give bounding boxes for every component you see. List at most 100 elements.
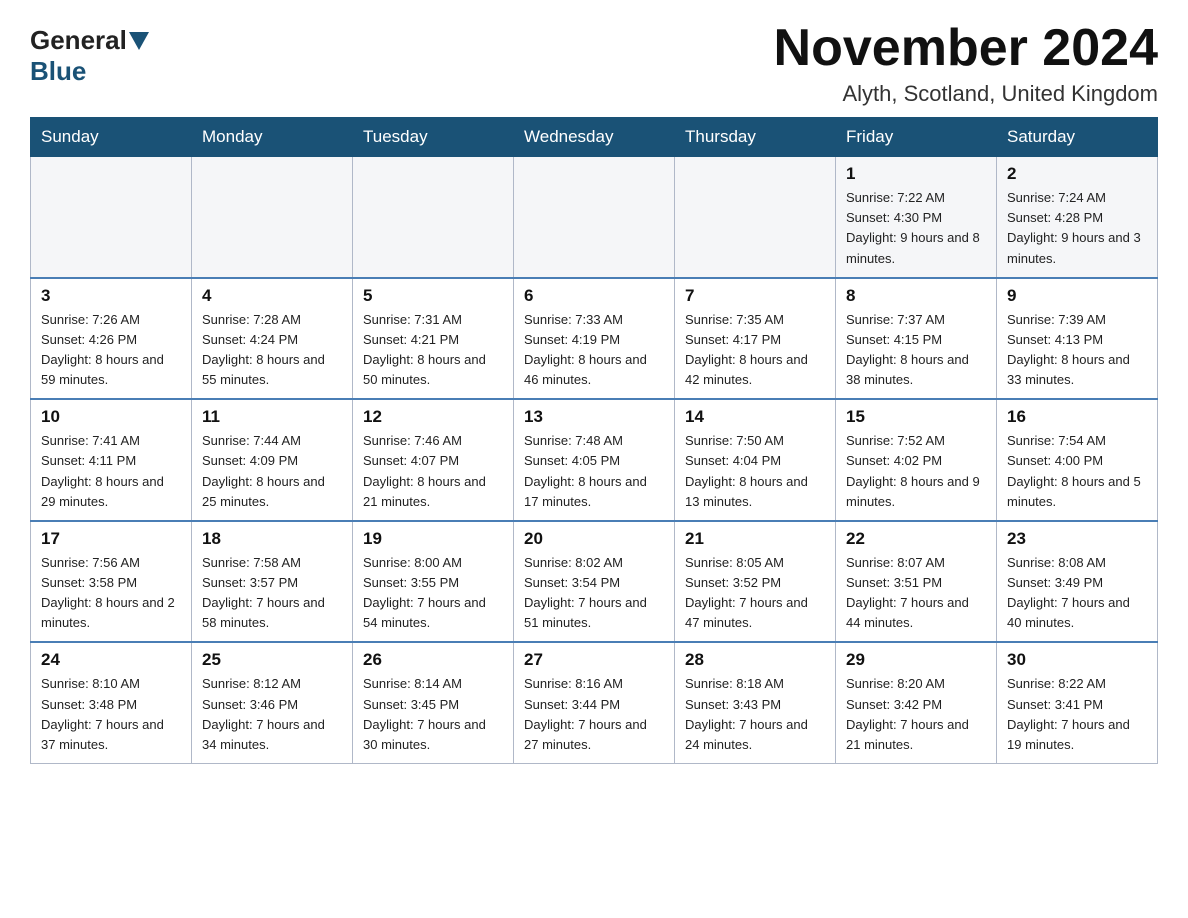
day-number: 24 bbox=[41, 650, 181, 670]
calendar-table: Sunday Monday Tuesday Wednesday Thursday… bbox=[30, 117, 1158, 764]
day-info: Sunrise: 8:08 AMSunset: 3:49 PMDaylight:… bbox=[1007, 553, 1147, 634]
day-info: Sunrise: 7:26 AMSunset: 4:26 PMDaylight:… bbox=[41, 310, 181, 391]
calendar-cell bbox=[353, 157, 514, 278]
day-info: Sunrise: 7:41 AMSunset: 4:11 PMDaylight:… bbox=[41, 431, 181, 512]
day-info: Sunrise: 7:44 AMSunset: 4:09 PMDaylight:… bbox=[202, 431, 342, 512]
page-header: General Blue November 2024 Alyth, Scotla… bbox=[30, 20, 1158, 107]
page-title: November 2024 bbox=[774, 20, 1158, 77]
day-info: Sunrise: 8:00 AMSunset: 3:55 PMDaylight:… bbox=[363, 553, 503, 634]
day-number: 7 bbox=[685, 286, 825, 306]
day-number: 5 bbox=[363, 286, 503, 306]
day-number: 13 bbox=[524, 407, 664, 427]
day-info: Sunrise: 7:48 AMSunset: 4:05 PMDaylight:… bbox=[524, 431, 664, 512]
day-number: 4 bbox=[202, 286, 342, 306]
day-info: Sunrise: 8:14 AMSunset: 3:45 PMDaylight:… bbox=[363, 674, 503, 755]
day-number: 22 bbox=[846, 529, 986, 549]
calendar-cell: 27 Sunrise: 8:16 AMSunset: 3:44 PMDayligh… bbox=[514, 642, 675, 763]
calendar-cell: 26 Sunrise: 8:14 AMSunset: 3:45 PMDayligh… bbox=[353, 642, 514, 763]
day-number: 23 bbox=[1007, 529, 1147, 549]
calendar-cell: 11 Sunrise: 7:44 AMSunset: 4:09 PMDayligh… bbox=[192, 399, 353, 521]
day-number: 30 bbox=[1007, 650, 1147, 670]
day-number: 18 bbox=[202, 529, 342, 549]
calendar-cell: 14 Sunrise: 7:50 AMSunset: 4:04 PMDayligh… bbox=[675, 399, 836, 521]
day-number: 25 bbox=[202, 650, 342, 670]
day-info: Sunrise: 7:31 AMSunset: 4:21 PMDaylight:… bbox=[363, 310, 503, 391]
calendar-cell: 16 Sunrise: 7:54 AMSunset: 4:00 PMDayligh… bbox=[997, 399, 1158, 521]
col-friday: Friday bbox=[836, 118, 997, 157]
calendar-cell: 30 Sunrise: 8:22 AMSunset: 3:41 PMDayligh… bbox=[997, 642, 1158, 763]
day-number: 21 bbox=[685, 529, 825, 549]
calendar-cell: 12 Sunrise: 7:46 AMSunset: 4:07 PMDayligh… bbox=[353, 399, 514, 521]
day-info: Sunrise: 8:22 AMSunset: 3:41 PMDaylight:… bbox=[1007, 674, 1147, 755]
col-saturday: Saturday bbox=[997, 118, 1158, 157]
calendar-cell: 19 Sunrise: 8:00 AMSunset: 3:55 PMDayligh… bbox=[353, 521, 514, 643]
day-info: Sunrise: 7:52 AMSunset: 4:02 PMDaylight:… bbox=[846, 431, 986, 512]
calendar-cell: 23 Sunrise: 8:08 AMSunset: 3:49 PMDayligh… bbox=[997, 521, 1158, 643]
day-number: 1 bbox=[846, 164, 986, 184]
calendar-cell: 17Sunrise: 7:56 AMSunset: 3:58 PMDayligh… bbox=[31, 521, 192, 643]
day-info: Sunrise: 8:07 AMSunset: 3:51 PMDaylight:… bbox=[846, 553, 986, 634]
calendar-cell bbox=[675, 157, 836, 278]
week-row-5: 24 Sunrise: 8:10 AMSunset: 3:48 PMDayligh… bbox=[31, 642, 1158, 763]
calendar-cell: 13 Sunrise: 7:48 AMSunset: 4:05 PMDayligh… bbox=[514, 399, 675, 521]
day-number: 10 bbox=[41, 407, 181, 427]
calendar-cell: 8 Sunrise: 7:37 AMSunset: 4:15 PMDaylight… bbox=[836, 278, 997, 400]
page-subtitle: Alyth, Scotland, United Kingdom bbox=[774, 81, 1158, 107]
day-info: Sunrise: 8:18 AMSunset: 3:43 PMDaylight:… bbox=[685, 674, 825, 755]
col-thursday: Thursday bbox=[675, 118, 836, 157]
day-number: 14 bbox=[685, 407, 825, 427]
logo-general-text: General bbox=[30, 25, 127, 56]
day-info: Sunrise: 7:46 AMSunset: 4:07 PMDaylight:… bbox=[363, 431, 503, 512]
day-info: Sunrise: 7:58 AMSunset: 3:57 PMDaylight:… bbox=[202, 553, 342, 634]
day-number: 6 bbox=[524, 286, 664, 306]
calendar-header-row: Sunday Monday Tuesday Wednesday Thursday… bbox=[31, 118, 1158, 157]
day-info: Sunrise: 7:33 AMSunset: 4:19 PMDaylight:… bbox=[524, 310, 664, 391]
day-info: Sunrise: 7:37 AMSunset: 4:15 PMDaylight:… bbox=[846, 310, 986, 391]
day-number: 2 bbox=[1007, 164, 1147, 184]
day-info: Sunrise: 8:10 AMSunset: 3:48 PMDaylight:… bbox=[41, 674, 181, 755]
day-info: Sunrise: 8:16 AMSunset: 3:44 PMDaylight:… bbox=[524, 674, 664, 755]
week-row-3: 10 Sunrise: 7:41 AMSunset: 4:11 PMDayligh… bbox=[31, 399, 1158, 521]
logo-triangle-icon bbox=[129, 32, 149, 50]
day-number: 8 bbox=[846, 286, 986, 306]
week-row-1: 1Sunrise: 7:22 AMSunset: 4:30 PMDaylight… bbox=[31, 157, 1158, 278]
calendar-cell: 25Sunrise: 8:12 AMSunset: 3:46 PMDayligh… bbox=[192, 642, 353, 763]
calendar-cell: 9 Sunrise: 7:39 AMSunset: 4:13 PMDaylight… bbox=[997, 278, 1158, 400]
col-tuesday: Tuesday bbox=[353, 118, 514, 157]
col-wednesday: Wednesday bbox=[514, 118, 675, 157]
calendar-cell bbox=[514, 157, 675, 278]
day-number: 9 bbox=[1007, 286, 1147, 306]
logo-blue-text: Blue bbox=[30, 56, 86, 87]
day-number: 16 bbox=[1007, 407, 1147, 427]
day-number: 19 bbox=[363, 529, 503, 549]
day-info: Sunrise: 7:24 AMSunset: 4:28 PMDaylight:… bbox=[1007, 188, 1147, 269]
col-monday: Monday bbox=[192, 118, 353, 157]
week-row-4: 17Sunrise: 7:56 AMSunset: 3:58 PMDayligh… bbox=[31, 521, 1158, 643]
day-info: Sunrise: 7:39 AMSunset: 4:13 PMDaylight:… bbox=[1007, 310, 1147, 391]
day-info: Sunrise: 7:50 AMSunset: 4:04 PMDaylight:… bbox=[685, 431, 825, 512]
day-info: Sunrise: 7:28 AMSunset: 4:24 PMDaylight:… bbox=[202, 310, 342, 391]
calendar-cell: 3Sunrise: 7:26 AMSunset: 4:26 PMDaylight… bbox=[31, 278, 192, 400]
week-row-2: 3Sunrise: 7:26 AMSunset: 4:26 PMDaylight… bbox=[31, 278, 1158, 400]
calendar-cell: 10 Sunrise: 7:41 AMSunset: 4:11 PMDayligh… bbox=[31, 399, 192, 521]
calendar-cell: 6 Sunrise: 7:33 AMSunset: 4:19 PMDaylight… bbox=[514, 278, 675, 400]
calendar-cell: 18 Sunrise: 7:58 AMSunset: 3:57 PMDayligh… bbox=[192, 521, 353, 643]
day-number: 20 bbox=[524, 529, 664, 549]
calendar-cell bbox=[31, 157, 192, 278]
calendar-cell: 20 Sunrise: 8:02 AMSunset: 3:54 PMDayligh… bbox=[514, 521, 675, 643]
day-info: Sunrise: 7:54 AMSunset: 4:00 PMDaylight:… bbox=[1007, 431, 1147, 512]
calendar-cell: 7Sunrise: 7:35 AMSunset: 4:17 PMDaylight… bbox=[675, 278, 836, 400]
day-number: 27 bbox=[524, 650, 664, 670]
day-number: 26 bbox=[363, 650, 503, 670]
calendar-cell: 5 Sunrise: 7:31 AMSunset: 4:21 PMDaylight… bbox=[353, 278, 514, 400]
calendar-cell: 1Sunrise: 7:22 AMSunset: 4:30 PMDaylight… bbox=[836, 157, 997, 278]
calendar-cell: 29Sunrise: 8:20 AMSunset: 3:42 PMDayligh… bbox=[836, 642, 997, 763]
day-info: Sunrise: 8:20 AMSunset: 3:42 PMDaylight:… bbox=[846, 674, 986, 755]
calendar-cell: 24 Sunrise: 8:10 AMSunset: 3:48 PMDayligh… bbox=[31, 642, 192, 763]
day-number: 11 bbox=[202, 407, 342, 427]
day-info: Sunrise: 8:02 AMSunset: 3:54 PMDaylight:… bbox=[524, 553, 664, 634]
col-sunday: Sunday bbox=[31, 118, 192, 157]
day-number: 12 bbox=[363, 407, 503, 427]
title-block: November 2024 Alyth, Scotland, United Ki… bbox=[774, 20, 1158, 107]
calendar-cell: 15Sunrise: 7:52 AMSunset: 4:02 PMDayligh… bbox=[836, 399, 997, 521]
